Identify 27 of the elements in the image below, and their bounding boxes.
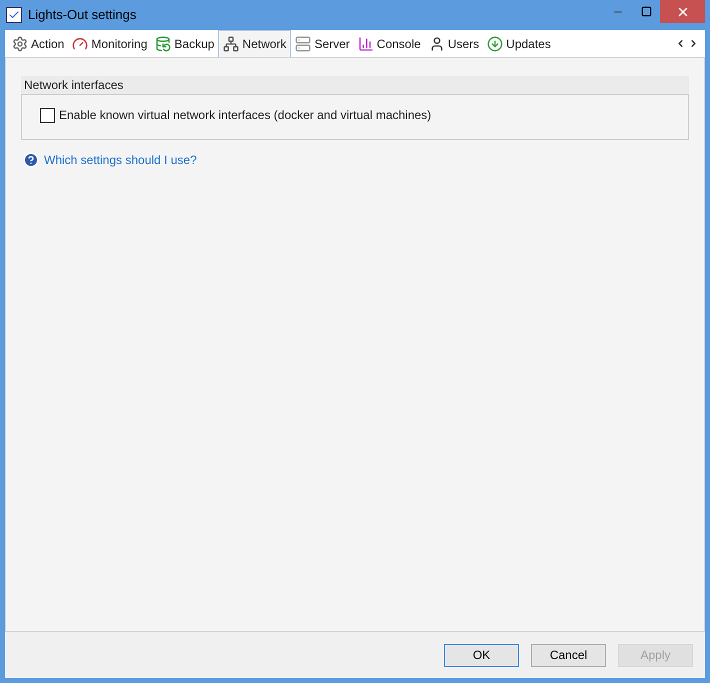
tab[interactable]: Updates [483,31,555,56]
tab[interactable]: Action [8,31,68,56]
gear-icon [12,36,28,52]
download-icon [487,36,504,52]
close-button[interactable] [660,0,705,23]
tab[interactable]: Backup [151,31,218,56]
help-link[interactable]: Which settings should I use? [44,151,197,169]
help-icon [23,152,39,168]
tab[interactable]: Users [424,31,484,56]
database-icon [155,36,172,52]
window-title: Lights-Out settings [28,6,136,24]
checkbox[interactable] [40,108,55,122]
dialog-button[interactable]: OK [444,644,519,666]
dialog-button[interactable]: Cancel [531,644,606,666]
tab[interactable]: Network [218,30,292,57]
server-icon [295,36,312,52]
group-title: Network interfaces [24,77,124,94]
checkbox-label: Enable known virtual network interfaces (docker and virtual machines) [59,107,432,124]
app-icon [6,7,22,23]
network-icon [223,36,240,52]
maximize-icon [640,6,652,17]
tab[interactable]: Console [354,31,425,56]
tab[interactable]: Server [291,31,354,56]
gauge-icon [72,36,88,52]
bar-chart-icon [358,36,374,52]
person-icon [428,36,445,52]
tab[interactable]: Monitoring [68,31,152,56]
